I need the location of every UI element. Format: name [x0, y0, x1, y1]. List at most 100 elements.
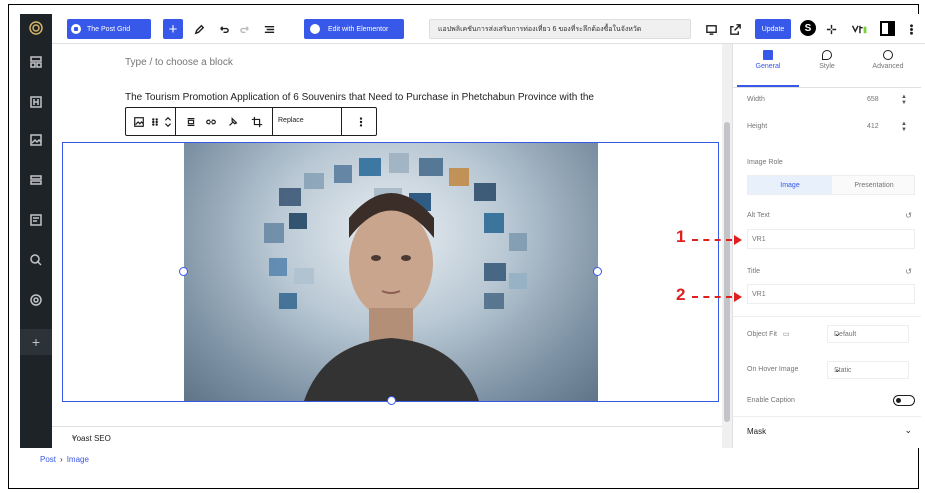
role-image-option[interactable]: Image	[748, 176, 832, 194]
general-tab-icon	[763, 50, 773, 60]
block-toolbar-divider	[272, 108, 273, 135]
width-label: Width	[747, 96, 765, 103]
redo-icon[interactable]	[238, 22, 252, 36]
selected-image-block[interactable]	[62, 142, 719, 405]
settings-circle-icon[interactable]	[28, 292, 44, 308]
replace-button[interactable]: Replace	[278, 117, 304, 124]
drag-handle-icon[interactable]	[148, 115, 161, 128]
document-title[interactable]: แอปพลิเคชันการส่งเสริมการท่องเที่ยว 6 ขอ…	[429, 19, 691, 39]
image-role-label: Image Role	[747, 159, 783, 166]
annotation-arrowhead-1	[734, 235, 742, 245]
link-icon[interactable]	[204, 115, 217, 128]
chevron-down-icon: ⌄	[834, 365, 841, 374]
chevron-down-icon[interactable]: ⌄	[904, 425, 912, 436]
site-logo-icon[interactable]	[28, 20, 44, 36]
update-button[interactable]: Update	[755, 19, 791, 39]
title-field[interactable]: VR1	[747, 284, 915, 304]
height-input[interactable]: 412 ▲ ▼	[861, 119, 909, 135]
vr-headset-image[interactable]	[184, 143, 598, 401]
editor-scrollbar[interactable]	[722, 44, 732, 448]
title-label: Title	[747, 268, 760, 275]
scrollbar-thumb[interactable]	[724, 122, 730, 422]
tab-advanced[interactable]: Advanced	[858, 50, 918, 70]
resize-handle-right[interactable]	[593, 267, 602, 276]
width-input[interactable]: 658 ▲ ▼	[861, 92, 909, 108]
list-view-icon[interactable]	[262, 22, 276, 36]
alt-text-label: Alt Text	[747, 212, 770, 219]
move-up-down-icon[interactable]	[161, 115, 174, 128]
external-link-icon[interactable]	[728, 22, 742, 36]
title-reset-icon[interactable]: ↺	[905, 267, 912, 276]
breadcrumb-separator: ›	[60, 455, 63, 464]
responsive-icon[interactable]: ▭	[783, 331, 790, 338]
active-tab-indicator	[737, 85, 799, 87]
annotation-label-1: 1	[676, 227, 686, 246]
form-icon[interactable]	[28, 212, 44, 228]
object-fit-label-text: Object Fit	[747, 331, 777, 338]
pencil-icon[interactable]	[192, 22, 206, 36]
tab-style-label: Style	[819, 63, 835, 70]
preview-desktop-icon[interactable]	[704, 22, 718, 36]
breadcrumb: Post › Image	[40, 455, 89, 464]
editor-canvas: Type / to choose a block The Tourism Pro…	[52, 44, 722, 426]
pointer-icon[interactable]	[28, 252, 44, 268]
object-fit-label: Object Fit ▭	[747, 330, 790, 338]
enable-caption-label: Enable Caption	[747, 397, 795, 404]
layout-icon[interactable]	[28, 54, 44, 70]
block-toolbar-divider-2	[341, 108, 342, 135]
gear-icon	[883, 50, 893, 60]
alt-text-reset-icon[interactable]: ↺	[905, 211, 912, 220]
pin-icon[interactable]	[226, 115, 239, 128]
annotation-label-2: 2	[676, 285, 686, 304]
object-fit-select[interactable]: Default ⌄	[827, 325, 909, 343]
chevron-down-icon: ⌄	[834, 329, 841, 338]
heading-icon[interactable]	[28, 94, 44, 110]
elementor-icon	[310, 24, 320, 34]
image-icon[interactable]	[28, 132, 44, 148]
mask-section-label[interactable]: Mask	[747, 427, 766, 436]
yoast-icon[interactable]	[848, 22, 870, 36]
role-presentation-option[interactable]: Presentation	[832, 176, 916, 194]
post-grid-label: The Post Grid	[87, 25, 131, 33]
alt-text-field[interactable]: VR1	[747, 229, 915, 249]
section-icon[interactable]	[28, 172, 44, 188]
more-options-icon[interactable]	[904, 22, 918, 36]
sparkle-icon[interactable]	[824, 22, 838, 36]
resize-handle-bottom[interactable]	[387, 396, 396, 405]
yoast-toggle-icon[interactable]: ▾	[72, 434, 714, 442]
height-stepper-icon[interactable]: ▲ ▼	[901, 121, 907, 133]
breadcrumb-post[interactable]: Post	[40, 455, 56, 464]
paragraph-block[interactable]: The Tourism Promotion Application of 6 S…	[125, 92, 594, 103]
on-hover-label: On Hover Image	[747, 366, 799, 373]
plugin-s-icon[interactable]: S	[800, 20, 816, 36]
post-grid-button[interactable]: The Post Grid	[67, 19, 151, 39]
height-value: 412	[867, 123, 879, 130]
enable-caption-toggle[interactable]	[893, 395, 915, 406]
panel-divider	[733, 316, 921, 317]
panel-divider	[733, 416, 921, 417]
annotation-arrow-1	[692, 239, 732, 241]
resize-handle-left[interactable]	[179, 267, 188, 276]
image-block-icon[interactable]	[132, 115, 145, 128]
crop-icon[interactable]	[250, 115, 263, 128]
breadcrumb-image[interactable]: Image	[67, 455, 89, 464]
add-block-icon[interactable]: +	[20, 329, 52, 355]
editor-topbar: The Post Grid + Edit with Elementor แอปพ…	[52, 14, 925, 44]
undo-icon[interactable]	[216, 22, 230, 36]
annotation-arrowhead-2	[734, 292, 742, 302]
tab-style[interactable]: Style	[797, 50, 857, 70]
settings-sidebar-toggle-icon[interactable]	[880, 21, 895, 36]
yoast-seo-metabox[interactable]: Yoast SEO ▾	[52, 426, 722, 448]
block-placeholder[interactable]: Type / to choose a block	[125, 57, 233, 68]
width-stepper-icon[interactable]: ▲ ▼	[901, 94, 907, 106]
edit-with-elementor-button[interactable]: Edit with Elementor	[304, 19, 404, 39]
block-inserter-button[interactable]: +	[163, 19, 183, 39]
align-icon[interactable]	[184, 115, 197, 128]
vr-image-illustration	[264, 153, 527, 401]
droplet-icon	[822, 50, 832, 60]
tab-general[interactable]: General	[738, 50, 798, 70]
admin-sidebar: +	[20, 14, 52, 448]
elementor-label: Edit with Elementor	[328, 25, 389, 33]
block-options-icon[interactable]	[354, 115, 367, 128]
on-hover-select[interactable]: Static ⌄	[827, 361, 909, 379]
